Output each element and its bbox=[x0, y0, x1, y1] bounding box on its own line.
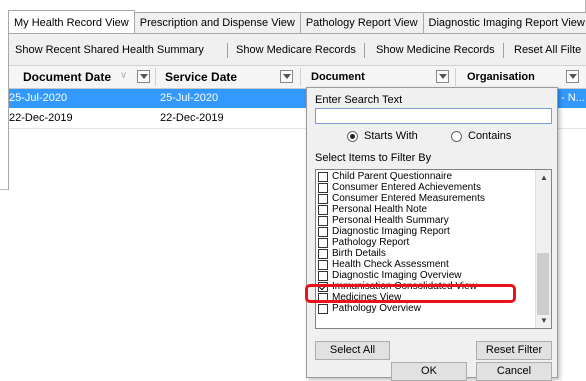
list-item-label: Pathology Overview bbox=[332, 303, 421, 314]
service-date-cell: 25-Jul-2020 bbox=[160, 92, 219, 104]
scrollbar-thumb[interactable] bbox=[537, 253, 549, 315]
radio-selected-icon bbox=[347, 130, 358, 142]
highlight-annotation-box bbox=[305, 284, 516, 303]
document-filter-popup: Enter Search Text Starts With Contains S… bbox=[306, 87, 558, 381]
filter-items-list[interactable]: Child Parent Questionnaire Consumer Ente… bbox=[315, 169, 552, 329]
checkbox[interactable] bbox=[318, 237, 328, 248]
list-item[interactable]: Child Parent Questionnaire bbox=[318, 171, 452, 182]
list-item[interactable]: Personal Health Summary bbox=[318, 215, 449, 226]
tab-pathology-report-view[interactable]: Pathology Report View bbox=[299, 12, 424, 33]
checkbox[interactable] bbox=[318, 226, 328, 237]
checkbox[interactable] bbox=[318, 204, 328, 215]
radio-unselected-icon bbox=[451, 130, 462, 142]
cancel-button[interactable]: Cancel bbox=[476, 362, 552, 381]
column-divider bbox=[155, 68, 156, 86]
show-recent-summary-button[interactable]: Show Recent Shared Health Summary bbox=[15, 44, 204, 56]
organisation-cell: - N... bbox=[561, 92, 585, 104]
items-label: Select Items to Filter By bbox=[315, 152, 432, 164]
checkbox[interactable] bbox=[318, 182, 328, 193]
list-scrollbar[interactable]: ▲ ▼ bbox=[535, 170, 551, 328]
filter-icon[interactable] bbox=[280, 70, 293, 83]
checkbox[interactable] bbox=[318, 270, 328, 281]
scroll-up-icon[interactable]: ▲ bbox=[540, 173, 548, 182]
list-item-label: Health Check Assessment bbox=[332, 259, 449, 270]
toolbar: Show Recent Shared Health Summary Show M… bbox=[9, 34, 586, 66]
checkbox[interactable] bbox=[318, 259, 328, 270]
contains-label: Contains bbox=[468, 130, 512, 142]
select-all-button[interactable]: Select All bbox=[315, 341, 390, 360]
checkbox[interactable] bbox=[318, 193, 328, 204]
list-item[interactable]: Pathology Overview bbox=[318, 303, 421, 314]
filter-icon[interactable] bbox=[436, 70, 449, 83]
list-item[interactable]: Health Check Assessment bbox=[318, 259, 449, 270]
list-item-label: Personal Health Note bbox=[332, 204, 428, 215]
list-item[interactable]: Pathology Report bbox=[318, 237, 409, 248]
list-item[interactable]: Diagnostic Imaging Overview bbox=[318, 270, 462, 281]
show-medicine-records-button[interactable]: Show Medicine Records bbox=[376, 44, 495, 56]
list-item-label: Pathology Report bbox=[332, 237, 410, 248]
tab-diagnostic-imaging-report-view[interactable]: Diagnostic Imaging Report View bbox=[422, 12, 586, 33]
tab-strip: My Health Record View Prescription and D… bbox=[8, 10, 586, 34]
column-header-service-date[interactable]: Service Date bbox=[165, 66, 237, 88]
search-input[interactable] bbox=[315, 108, 552, 124]
list-item-label: Consumer Entered Measurements bbox=[332, 193, 485, 204]
ok-button[interactable]: OK bbox=[391, 362, 467, 381]
filter-icon[interactable] bbox=[137, 70, 150, 83]
list-item-label: Diagnostic Imaging Report bbox=[332, 226, 450, 237]
checkbox[interactable] bbox=[318, 215, 328, 226]
document-date-cell: 25-Jul-2020 bbox=[9, 92, 68, 104]
reset-all-filters-button[interactable]: Reset All Filte bbox=[514, 44, 581, 56]
list-item[interactable]: Personal Health Note bbox=[318, 204, 427, 215]
toolbar-divider bbox=[227, 43, 228, 58]
column-header-document[interactable]: Document bbox=[311, 66, 365, 88]
list-item[interactable]: Consumer Entered Measurements bbox=[318, 193, 485, 204]
list-item-label: Personal Health Summary bbox=[332, 215, 449, 226]
list-item-label: Child Parent Questionnaire bbox=[332, 171, 453, 182]
list-item-label: Birth Details bbox=[332, 248, 386, 259]
reset-filter-button[interactable]: Reset Filter bbox=[476, 341, 552, 360]
sort-chevron-icon: ∨ bbox=[120, 70, 128, 81]
list-item-label: Diagnostic Imaging Overview bbox=[332, 270, 462, 281]
search-label: Enter Search Text bbox=[315, 94, 403, 106]
column-divider bbox=[455, 68, 456, 86]
column-divider bbox=[300, 68, 301, 86]
tab-prescription-dispense-view[interactable]: Prescription and Dispense View bbox=[133, 12, 301, 33]
starts-with-radio[interactable]: Starts With bbox=[347, 130, 418, 142]
column-header-organisation[interactable]: Organisation bbox=[467, 66, 535, 88]
show-medicare-records-button[interactable]: Show Medicare Records bbox=[236, 44, 356, 56]
list-item[interactable]: Diagnostic Imaging Report bbox=[318, 226, 450, 237]
toolbar-divider bbox=[364, 43, 365, 58]
checkbox[interactable] bbox=[318, 171, 328, 182]
checkbox[interactable] bbox=[318, 248, 328, 259]
filter-icon[interactable] bbox=[566, 70, 579, 83]
list-item-label: Consumer Entered Achievements bbox=[332, 182, 481, 193]
list-item[interactable]: Birth Details bbox=[318, 248, 386, 259]
column-header-document-date[interactable]: Document Date bbox=[23, 66, 111, 88]
grid-header: Document Date ∨ Service Date Document Or… bbox=[9, 66, 586, 89]
tab-my-health-record-view[interactable]: My Health Record View bbox=[8, 10, 135, 33]
starts-with-label: Starts With bbox=[364, 130, 418, 142]
toolbar-divider bbox=[503, 43, 504, 58]
checkbox[interactable] bbox=[318, 303, 328, 314]
list-item[interactable]: Consumer Entered Achievements bbox=[318, 182, 481, 193]
contains-radio[interactable]: Contains bbox=[451, 130, 511, 142]
scroll-down-icon[interactable]: ▼ bbox=[540, 316, 548, 325]
document-date-cell: 22-Dec-2019 bbox=[9, 112, 73, 124]
service-date-cell: 22-Dec-2019 bbox=[160, 112, 224, 124]
